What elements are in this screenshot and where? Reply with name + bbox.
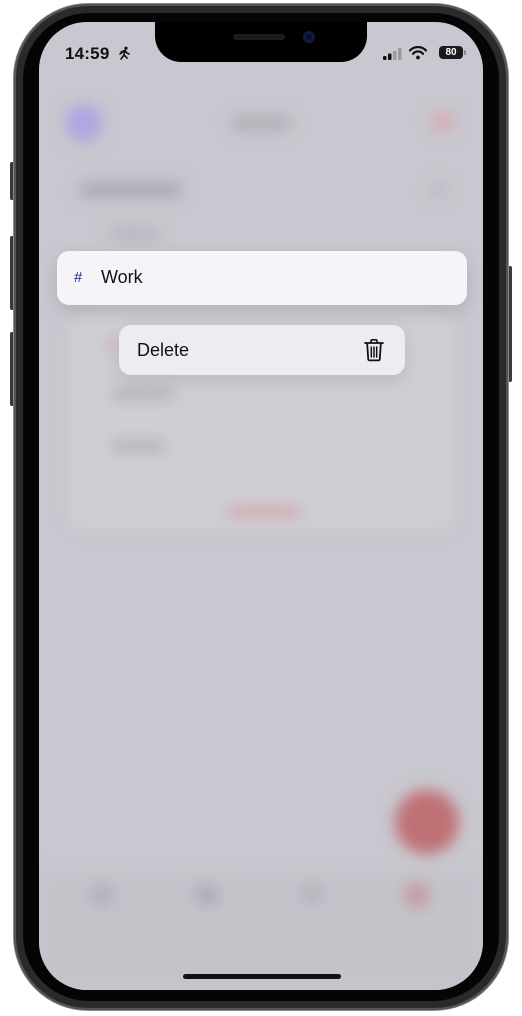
screen: 14:59 80 # Work Delete <box>39 22 483 990</box>
cellular-signal-icon <box>383 48 402 60</box>
dim-overlay <box>39 22 483 990</box>
battery-tip <box>464 50 466 55</box>
delete-label: Delete <box>137 340 190 360</box>
status-time: 14:59 <box>65 44 110 63</box>
trash-icon <box>364 339 384 362</box>
project-label: Work <box>101 267 143 287</box>
running-icon <box>119 46 130 60</box>
home-indicator[interactable] <box>183 974 341 979</box>
battery-icon: 80 <box>439 46 463 59</box>
delete-menu-item[interactable]: Delete <box>119 325 405 375</box>
notch <box>155 22 367 62</box>
front-camera <box>303 31 315 43</box>
wifi-icon <box>409 46 427 60</box>
context-menu: Delete <box>119 325 405 375</box>
focused-project-item[interactable]: # Work <box>57 251 467 305</box>
speaker <box>233 34 285 40</box>
status-bar: 14:59 80 <box>39 22 483 82</box>
hash-icon: # <box>74 269 83 286</box>
